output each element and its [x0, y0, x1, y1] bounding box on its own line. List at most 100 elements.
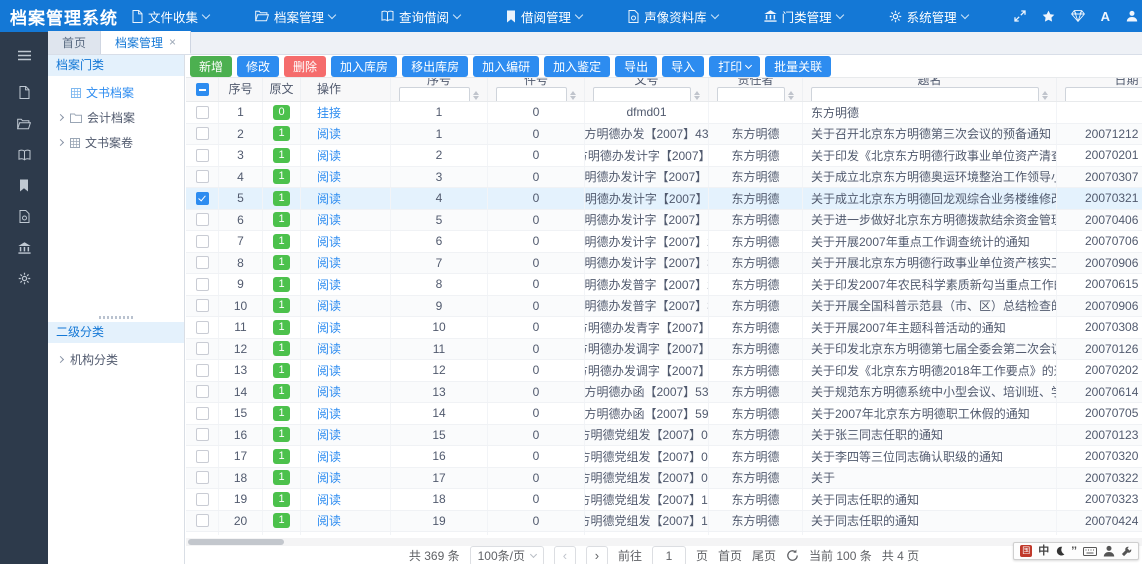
sidebar-item-menu-toggle[interactable]: [0, 40, 48, 71]
filter-input-title[interactable]: [811, 87, 1039, 101]
operation-link[interactable]: 挂接: [317, 104, 341, 121]
row-checkbox[interactable]: [196, 514, 209, 527]
filter-input-docno[interactable]: [593, 87, 691, 101]
table-row[interactable]: 171阅读160东方明德党组发【2007】08号东方明德关于李四等三位同志确认职…: [186, 446, 1142, 468]
filter-input-resp[interactable]: [717, 87, 785, 101]
operation-link[interactable]: 阅读: [317, 469, 341, 486]
keyboard-icon[interactable]: [1083, 547, 1097, 556]
sidebar-item-category-manage[interactable]: [0, 232, 48, 263]
wrench-icon[interactable]: [1121, 546, 1132, 557]
sidebar-item-file-collect[interactable]: [0, 77, 48, 108]
批量关联-button[interactable]: 批量关联: [765, 56, 831, 77]
operation-link[interactable]: 阅读: [317, 340, 341, 357]
加入编研-button[interactable]: 加入编研: [473, 56, 539, 77]
row-checkbox[interactable]: [196, 471, 209, 484]
operation-link[interactable]: 阅读: [317, 190, 341, 207]
table-row[interactable]: 191阅读180东方明德党组发【2007】10号东方明德关于同志任职的通知200…: [186, 489, 1142, 511]
tree-item-文书档案[interactable]: 文书档案: [48, 80, 184, 105]
filter-input-seq[interactable]: [399, 87, 470, 101]
goto-page-input[interactable]: [652, 546, 686, 564]
ime-lang-icon[interactable]: 中: [1038, 546, 1049, 557]
person-icon[interactable]: [1103, 545, 1115, 557]
table-row[interactable]: 141阅读130东方明德办函【2007】53号东方明德关于规范东方明德系统中小型…: [186, 382, 1142, 404]
operation-link[interactable]: 阅读: [317, 211, 341, 228]
sidebar-item-borrow-manage[interactable]: [0, 170, 48, 201]
row-checkbox[interactable]: [196, 149, 209, 162]
移出库房-button[interactable]: 移出库房: [402, 56, 468, 77]
导入-button[interactable]: 导入: [662, 56, 704, 77]
menu-item-bank[interactable]: 门类管理: [764, 7, 843, 26]
punctuation-icon[interactable]: ’’: [1071, 546, 1077, 557]
table-row[interactable]: 10挂接10dfmd01东方明德: [186, 102, 1142, 124]
row-checkbox[interactable]: [196, 450, 209, 463]
horizontal-scrollbar[interactable]: [186, 538, 1142, 546]
chevron-right-icon[interactable]: [57, 356, 64, 363]
last-page-link[interactable]: 尾页: [752, 547, 776, 564]
row-checkbox[interactable]: [196, 299, 209, 312]
next-page-button[interactable]: ›: [586, 546, 608, 564]
operation-link[interactable]: 阅读: [317, 448, 341, 465]
table-row[interactable]: 121阅读110东方明德办发调字【2007】3号东方明德关于印发北京东方明德第七…: [186, 339, 1142, 361]
打印-button[interactable]: 打印: [709, 56, 760, 77]
table-row[interactable]: 151阅读140东方明德办函【2007】59号东方明德关于2007年北京东方明德…: [186, 403, 1142, 425]
chevron-right-icon[interactable]: [57, 139, 64, 146]
table-row[interactable]: 81阅读70东方明德办发计字【2007】33号东方明德关于开展北京东方明德行政事…: [186, 253, 1142, 275]
table-row[interactable]: 111阅读100东方明德办发青字【2007】8号东方明德关于开展2007年主题科…: [186, 317, 1142, 339]
fullscreen-icon[interactable]: [1014, 10, 1026, 22]
row-checkbox[interactable]: [196, 170, 209, 183]
导出-button[interactable]: 导出: [615, 56, 657, 77]
table-row[interactable]: 51阅读40东方明德办发计字【2007】11号东方明德关于成立北京东方明德回龙观…: [186, 188, 1142, 210]
tab-档案管理[interactable]: 档案管理×: [101, 31, 191, 54]
page-size-select[interactable]: 100条/页: [470, 546, 544, 564]
menu-item-book[interactable]: 查询借阅: [381, 7, 460, 26]
operation-link[interactable]: 阅读: [317, 512, 341, 529]
row-checkbox[interactable]: [196, 385, 209, 398]
row-checkbox[interactable]: [196, 428, 209, 441]
sort-carets-icon[interactable]: [694, 91, 700, 100]
sort-carets-icon[interactable]: [570, 91, 576, 100]
operation-link[interactable]: 阅读: [317, 362, 341, 379]
close-icon[interactable]: ×: [169, 36, 176, 48]
table-row[interactable]: 61阅读50东方明德办发计字【2007】15号东方明德关于进一步做好北京东方明德…: [186, 210, 1142, 232]
operation-link[interactable]: 阅读: [317, 276, 341, 293]
menu-item-media[interactable]: 声像资料库: [628, 7, 718, 26]
table-row[interactable]: 41阅读30东方明德办发计字【2007】10号东方明德关于成立北京东方明德奥运环…: [186, 167, 1142, 189]
moon-icon[interactable]: [1055, 546, 1065, 556]
新增-button[interactable]: 新增: [190, 56, 232, 77]
row-checkbox[interactable]: [196, 256, 209, 269]
menu-item-folder[interactable]: 档案管理: [255, 7, 335, 26]
table-row[interactable]: 21阅读10东方明德办发【2007】43号东方明德关于召开北京东方明德第三次会议…: [186, 124, 1142, 146]
operation-link[interactable]: 阅读: [317, 426, 341, 443]
sidebar-item-system-manage[interactable]: [0, 263, 48, 294]
row-checkbox[interactable]: [196, 213, 209, 226]
row-checkbox[interactable]: [196, 321, 209, 334]
operation-link[interactable]: 阅读: [317, 125, 341, 142]
tab-首页[interactable]: 首页: [48, 31, 101, 54]
table-row[interactable]: 91阅读80东方明德办发普字【2007】25号东方明德关于印发2007年农民科学…: [186, 274, 1142, 296]
row-checkbox[interactable]: [196, 235, 209, 248]
operation-link[interactable]: 阅读: [317, 383, 341, 400]
table-row[interactable]: 201阅读190东方明德党组发【2007】16号东方明德关于同志任职的通知200…: [186, 511, 1142, 533]
panel-splitter[interactable]: [48, 312, 184, 322]
table-row[interactable]: 161阅读150东方明德党组发【2007】02号东方明德关于张三同志任职的通知2…: [186, 425, 1142, 447]
operation-link[interactable]: 阅读: [317, 233, 341, 250]
font-size-icon[interactable]: A: [1101, 9, 1110, 24]
first-page-link[interactable]: 首页: [718, 547, 742, 564]
table-row[interactable]: 31阅读20东方明德办发计字【2007】4号东方明德关于印发《北京东方明德行政事…: [186, 145, 1142, 167]
select-all-checkbox[interactable]: [196, 83, 209, 96]
tree-item-会计档案[interactable]: 会计档案: [48, 105, 184, 130]
menu-item-bookmark[interactable]: 借阅管理: [506, 7, 582, 26]
chevron-right-icon[interactable]: [57, 114, 64, 121]
menu-item-gears[interactable]: 系统管理: [889, 7, 968, 26]
table-row[interactable]: 211阅读200东方明德党组发【2007】18号东方明德关于陈三同志任职的通知2…: [186, 532, 1142, 535]
operation-link[interactable]: 阅读: [317, 297, 341, 314]
sidebar-item-query-borrow[interactable]: [0, 139, 48, 170]
favorite-star-icon[interactable]: [1042, 10, 1055, 22]
table-row[interactable]: 181阅读170东方明德党组发【2007】09号东方明德关于20070322: [186, 468, 1142, 490]
加入鉴定-button[interactable]: 加入鉴定: [544, 56, 610, 77]
refresh-icon[interactable]: [786, 549, 799, 562]
operation-link[interactable]: 阅读: [317, 491, 341, 508]
修改-button[interactable]: 修改: [237, 56, 279, 77]
filter-input-date[interactable]: [1065, 87, 1142, 101]
row-checkbox[interactable]: [196, 493, 209, 506]
